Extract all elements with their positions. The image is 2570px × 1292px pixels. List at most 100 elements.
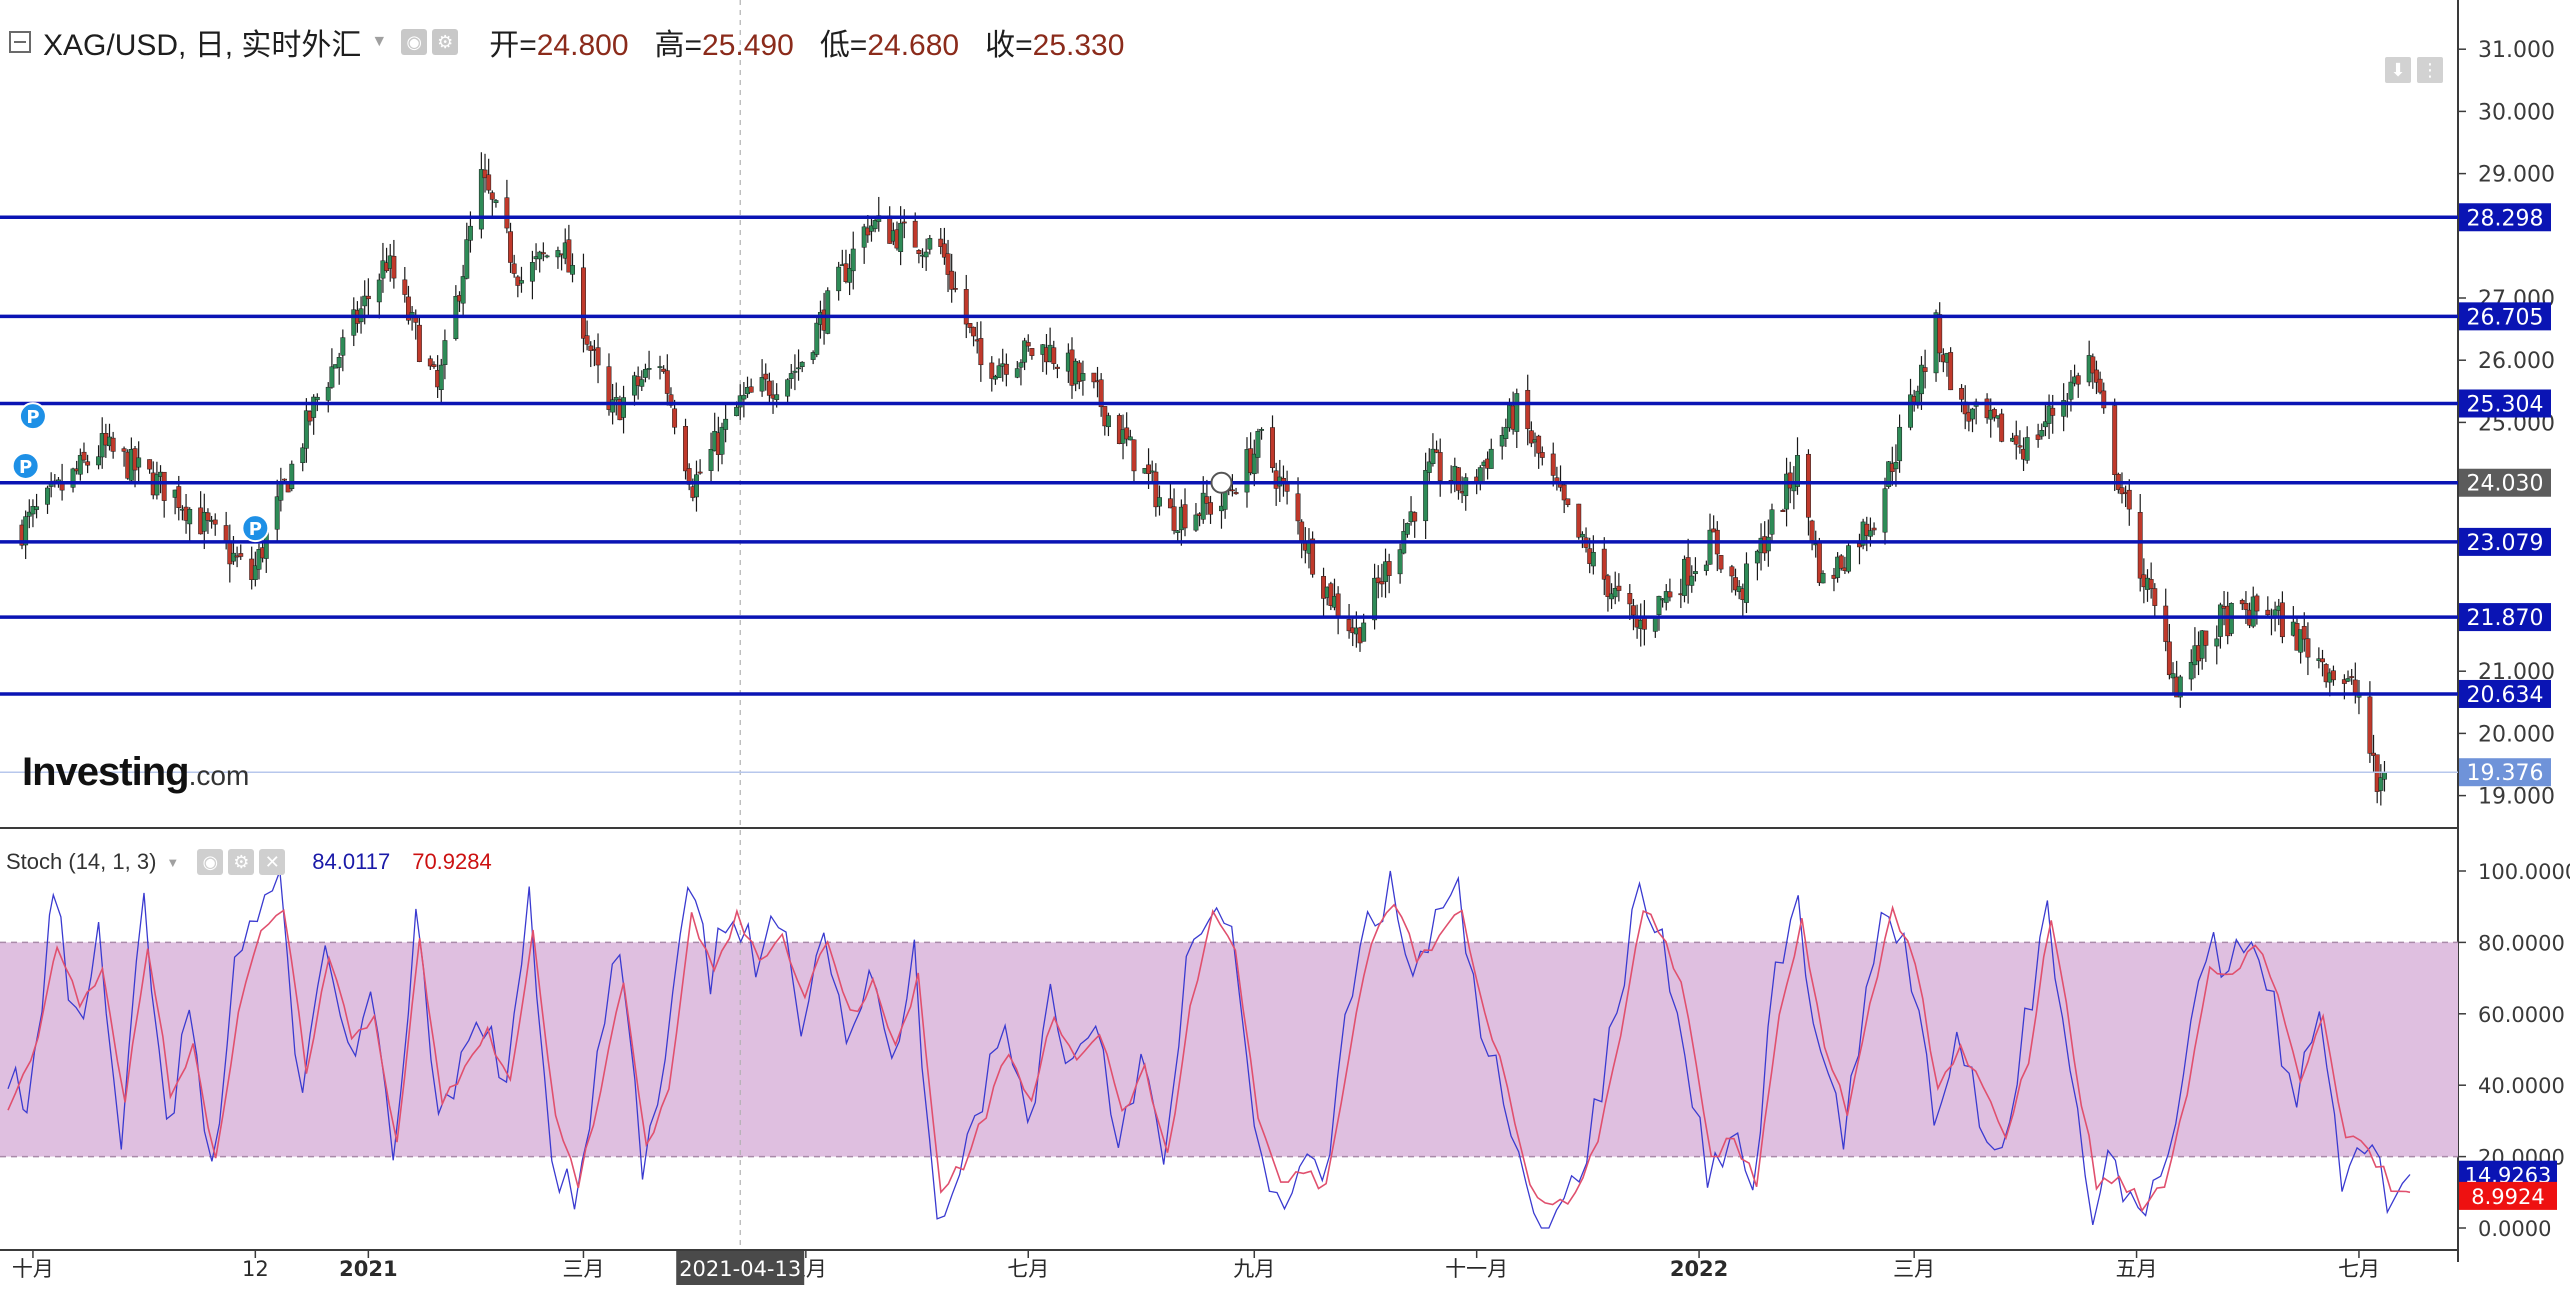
candle-body: [814, 322, 820, 355]
gear-icon[interactable]: ⚙: [228, 849, 255, 875]
candle-body: [1175, 530, 1181, 533]
candle-body: [1233, 492, 1239, 495]
candle-body: [1025, 342, 1031, 347]
crosshair-date-label: 2021-04-13: [679, 1257, 801, 1281]
price-chart-svg[interactable]: 31.00030.00029.00027.00026.00025.00021.0…: [0, 0, 2570, 1287]
candle-body: [1838, 555, 1844, 569]
candle-body: [391, 255, 397, 279]
candle-body: [1455, 467, 1461, 491]
time-tick-label: 七月: [1007, 1257, 1049, 1281]
stoch-tick-label: 60.0000: [2478, 1003, 2565, 1027]
candle-body: [621, 397, 627, 418]
candle-body: [1970, 408, 1975, 420]
candle-body: [825, 290, 831, 334]
time-tick-label: 九月: [1233, 1257, 1275, 1281]
candle-body: [788, 373, 794, 379]
candle-body: [2152, 588, 2158, 606]
candle-body: [2075, 375, 2081, 385]
candle-body: [282, 478, 287, 481]
price-tick-label: 19.000: [2478, 785, 2555, 810]
candle-body: [1871, 527, 1877, 531]
candle-body: [1820, 573, 1826, 584]
close-icon[interactable]: ✕: [259, 849, 286, 875]
candle-body: [519, 280, 524, 284]
candle-body: [48, 484, 54, 487]
stoch-value-label: 8.9924: [2471, 1185, 2544, 1209]
candle-body: [610, 399, 616, 413]
candle-body: [1193, 514, 1199, 531]
candle-body: [529, 262, 535, 282]
chart-header: XAG/USD, 日, 实时外汇 ▼ ◉ ⚙ 开=24.800 高=25.490…: [0, 14, 1124, 70]
level-label: 23.079: [2467, 531, 2544, 556]
eye-icon[interactable]: ◉: [197, 849, 224, 875]
level-label: 28.298: [2467, 206, 2544, 231]
candle-body: [1765, 536, 1771, 552]
candle-body: [763, 373, 769, 380]
stoch-legend: Stoch (14, 1, 3) ▼ ◉ ⚙ ✕ 84.0117 70.9284: [6, 847, 492, 877]
candle-body: [642, 368, 648, 378]
candle-body: [1565, 498, 1571, 505]
p-marker-label: P: [26, 407, 39, 428]
candle-body: [1270, 427, 1275, 469]
investing-logo: Investing.com: [22, 750, 250, 794]
candle-body: [901, 221, 907, 224]
candle-body: [672, 408, 678, 428]
candle-body: [2101, 390, 2107, 409]
candle-body: [1208, 502, 1213, 515]
candle-body: [595, 347, 601, 366]
candle-body: [792, 370, 798, 373]
candle-body: [1893, 461, 1899, 470]
candle-body: [1434, 449, 1440, 453]
candle-body: [81, 451, 87, 461]
candle-body: [1386, 561, 1392, 576]
candle-body: [365, 295, 371, 300]
candle-body: [2265, 609, 2271, 616]
candle-body: [916, 250, 922, 254]
candle-body: [489, 192, 495, 200]
candle-body: [176, 486, 182, 508]
gear-icon[interactable]: ⚙: [432, 29, 459, 55]
candle-body: [205, 512, 211, 521]
chevron-down-icon[interactable]: ▼: [371, 33, 387, 51]
eye-icon[interactable]: ◉: [401, 29, 428, 55]
candle-body: [147, 459, 153, 470]
candle-body: [1729, 566, 1735, 577]
time-tick-label: 2021: [339, 1257, 397, 1281]
candle-body: [1959, 388, 1965, 400]
candle-body: [1171, 506, 1177, 531]
candle-body: [1127, 436, 1133, 441]
candle-body: [1897, 426, 1903, 462]
candle-body: [683, 426, 688, 472]
candle-body: [1805, 453, 1811, 518]
collapse-icon[interactable]: [9, 31, 31, 53]
candle-body: [2024, 437, 2030, 461]
candle-body: [289, 463, 295, 489]
candle-body: [1627, 593, 1633, 605]
xag-usd-chart[interactable]: 31.000 30.000 29.000 27.000 26.000 25.000 21.0…: [0, 0, 2570, 1287]
candle-body: [2126, 489, 2132, 510]
candle-body: [300, 447, 306, 464]
candle-body: [431, 364, 437, 367]
candle-body: [1590, 551, 1596, 567]
candle-body: [1229, 489, 1235, 492]
candle-body: [2137, 512, 2143, 579]
chevron-down-icon[interactable]: ▼: [166, 855, 179, 870]
candle-body: [2243, 603, 2249, 610]
menu-icon[interactable]: ⋮: [2417, 57, 2443, 83]
arrow-down-icon[interactable]: ⬇: [2385, 57, 2411, 83]
p-marker-label: P: [249, 519, 262, 540]
last-price-label: 19.376: [2467, 761, 2544, 786]
candle-body: [1463, 477, 1469, 497]
candle-body: [1404, 523, 1410, 535]
candle-body: [1867, 530, 1873, 537]
crosshair-circle-icon: [1210, 471, 1233, 494]
candle-body: [996, 365, 1002, 378]
candle-body: [2301, 626, 2307, 640]
candle-body: [2367, 696, 2373, 754]
candle-body: [376, 279, 382, 303]
price-tick-label: 26.000: [2478, 349, 2555, 374]
candle-body: [70, 468, 76, 488]
candle-body: [1616, 585, 1622, 591]
candle-body: [949, 270, 955, 290]
candle-body: [136, 457, 142, 468]
